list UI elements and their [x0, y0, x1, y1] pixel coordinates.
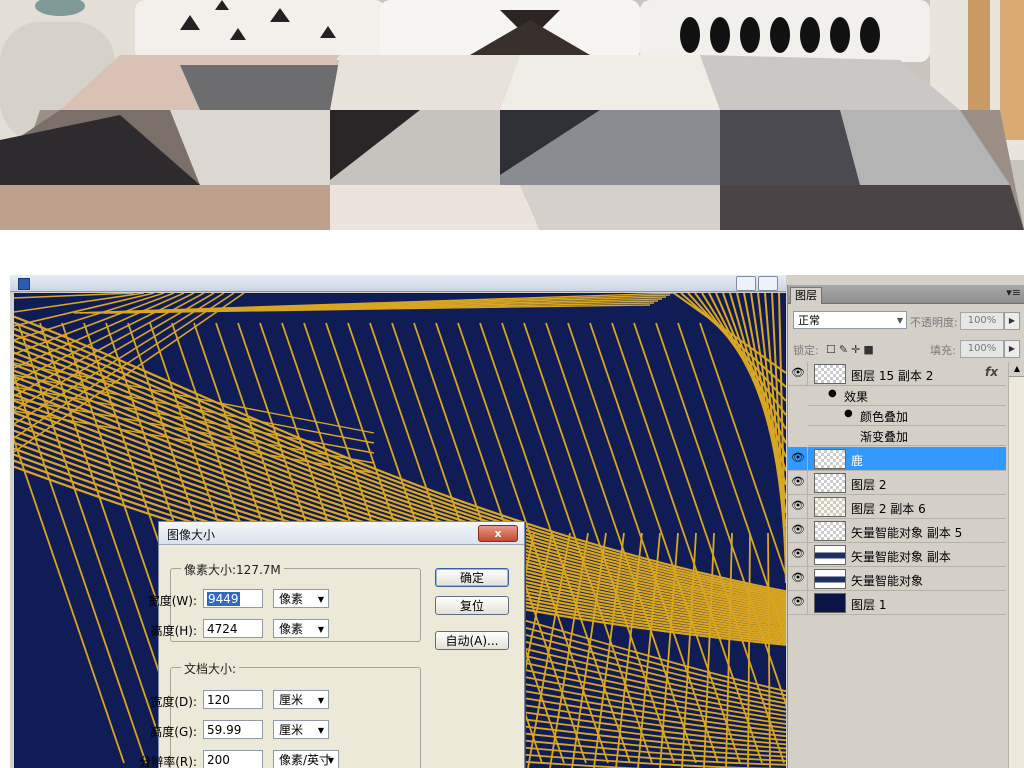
layer-thumbnail [814, 569, 846, 589]
layer-name: 图层 15 副本 2 [851, 369, 934, 383]
eye-icon[interactable]: 👁 [790, 450, 806, 466]
opacity-slider-button[interactable]: ▶ [1004, 312, 1020, 330]
fill-slider-button[interactable]: ▶ [1004, 340, 1020, 358]
blend-mode-select[interactable]: 正常 ▼ [793, 311, 907, 329]
resolution-unit-select[interactable]: 像素/英寸 ▼ [273, 750, 339, 768]
document-titlebar [10, 275, 786, 292]
layer-row[interactable]: 👁 矢量智能对象 副本 [788, 543, 1006, 567]
pixel-width-field[interactable]: 9449 [203, 589, 263, 608]
lock-options[interactable]: ☐✎✛■ [826, 343, 877, 356]
doc-width-field[interactable]: 120 [203, 690, 263, 709]
layer-name: 鹿 [851, 454, 864, 468]
eye-icon[interactable]: ● [828, 388, 837, 399]
chevron-down-icon: ▼ [317, 726, 324, 735]
layer-name: 图层 2 副本 6 [851, 502, 926, 516]
lock-all-icon[interactable]: ■ [863, 343, 876, 356]
layer-thumbnail [814, 593, 846, 613]
effects-group-row[interactable]: ● 效果 [808, 386, 1006, 406]
layer-thumbnail [814, 473, 846, 493]
eye-icon[interactable]: 👁 [790, 522, 806, 538]
doc-width-label: 宽度(D): [150, 695, 197, 709]
layer-thumbnail [814, 449, 846, 469]
eye-icon[interactable]: 👁 [790, 498, 806, 514]
effect-row[interactable]: 渐变叠加 [808, 426, 1006, 446]
layer-thumbnail [814, 521, 846, 541]
layer-thumbnail [814, 364, 846, 384]
eye-icon[interactable]: 👁 [790, 594, 806, 610]
chevron-down-icon: ▼ [327, 756, 334, 765]
layer-row-selected[interactable]: 👁 鹿 [788, 447, 1006, 471]
chevron-down-icon: ▼ [896, 316, 903, 325]
chevron-down-icon: ▼ [317, 696, 324, 705]
pixel-dimensions-group: 像素大小:127.7M 宽度(W): 9449 像素 ▼ 高度(H): 4724 … [148, 561, 421, 642]
tab-layers[interactable]: 图层 [790, 287, 822, 304]
minimize-button[interactable] [736, 276, 756, 291]
effect-name: 颜色叠加 [860, 410, 909, 424]
doc-width-unit-select[interactable]: 厘米 ▼ [273, 690, 329, 709]
layer-name: 矢量智能对象 副本 [851, 550, 951, 564]
pixel-width-unit-select[interactable]: 像素 ▼ [273, 589, 329, 608]
lock-brush-icon[interactable]: ✎ [839, 343, 851, 356]
eye-icon[interactable]: 👁 [790, 570, 806, 586]
dialog-titlebar: 图像大小 x [159, 522, 524, 545]
doc-height-label: 高度(G): [150, 725, 197, 739]
resolution-field[interactable]: 200 [203, 750, 263, 768]
eye-icon[interactable]: 👁 [790, 474, 806, 490]
effects-label: 效果 [844, 390, 869, 404]
chevron-down-icon: ▼ [317, 595, 324, 604]
fill-field[interactable]: 100% [960, 340, 1004, 358]
pixel-height-unit-select[interactable]: 像素 ▼ [273, 619, 329, 638]
reset-button[interactable]: 复位 [435, 596, 509, 615]
layer-row[interactable]: 👁 图层 2 [788, 471, 1006, 495]
doc-height-field[interactable]: 59.99 [203, 720, 263, 739]
document-size-group: 文档大小: 宽度(D): 120 厘米 ▼ 高度(G): 59.99 厘米 ▼ 分辨… [139, 660, 421, 768]
pixel-height-label: 高度(H): [150, 624, 197, 638]
layer-row[interactable]: 👁 矢量智能对象 副本 5 [788, 519, 1006, 543]
image-size-dialog: 图像大小 x 像素大小:127.7M 宽度(W): 9449 像素 ▼ 高度(H)… [139, 521, 525, 768]
effect-row[interactable]: ● 颜色叠加 [808, 406, 1006, 426]
dialog-title: 图像大小 [167, 528, 216, 542]
eye-icon[interactable]: ● [844, 408, 853, 419]
layer-name: 图层 1 [851, 598, 887, 612]
lock-transparent-icon[interactable]: ☐ [826, 343, 839, 356]
lock-move-icon[interactable]: ✛ [851, 343, 863, 356]
ok-button[interactable]: 确定 [435, 568, 509, 587]
layer-name: 矢量智能对象 副本 5 [851, 526, 963, 540]
layer-thumbnail [814, 497, 846, 517]
auto-button[interactable]: 自动(A)... [435, 631, 509, 650]
pixel-width-label: 宽度(W): [147, 594, 197, 608]
photoshop-window: 图像大小 x 像素大小:127.7M 宽度(W): 9449 像素 ▼ 高度(H)… [10, 275, 1024, 768]
chevron-down-icon: ▼ [317, 625, 324, 634]
layer-name: 图层 2 [851, 478, 887, 492]
eye-icon[interactable]: 👁 [790, 546, 806, 562]
pixel-height-field[interactable]: 4724 [203, 619, 263, 638]
layers-scrollbar[interactable]: ▲ [1008, 362, 1024, 768]
lock-label: 锁定: [793, 344, 819, 357]
layer-row[interactable]: 👁 图层 1 [788, 591, 1006, 615]
opacity-label: 不透明度: [910, 316, 958, 329]
maximize-button[interactable] [758, 276, 778, 291]
layer-name: 矢量智能对象 [851, 574, 924, 588]
layer-row[interactable]: 👁 图层 15 副本 2 fx [788, 362, 1006, 386]
eye-icon[interactable]: 👁 [790, 365, 806, 381]
panel-menu-icon[interactable]: ▾≡ [1006, 286, 1021, 299]
layers-panel: 图层 ▾≡ 正常 ▼ 不透明度: 100% ▶ 锁定: ☐✎✛■ 填充: 100%… [787, 285, 1024, 768]
effect-name: 渐变叠加 [860, 430, 909, 444]
fx-icon[interactable]: fx [985, 365, 998, 379]
layer-row[interactable]: 👁 图层 2 副本 6 [788, 495, 1006, 519]
layer-thumbnail [814, 545, 846, 565]
close-button[interactable]: x [478, 525, 518, 542]
panel-tabbar: 图层 ▾≡ [788, 285, 1024, 304]
resolution-label: 分辨率(R): [139, 755, 197, 768]
doc-height-unit-select[interactable]: 厘米 ▼ [273, 720, 329, 739]
layers-list: 👁 图层 15 副本 2 fx ● 效果 ● 颜色叠加 渐变叠加 👁 鹿 👁 图… [788, 362, 1024, 622]
fill-label: 填充: [930, 344, 956, 357]
pixel-dimensions-label: 像素大小:127.7M [181, 561, 284, 578]
document-size-label: 文档大小: [181, 660, 240, 677]
scroll-up-icon[interactable]: ▲ [1009, 362, 1024, 377]
bedroom-photo [0, 0, 1024, 230]
layer-row[interactable]: 👁 矢量智能对象 [788, 567, 1006, 591]
document-icon [18, 278, 30, 290]
opacity-field[interactable]: 100% [960, 312, 1004, 330]
